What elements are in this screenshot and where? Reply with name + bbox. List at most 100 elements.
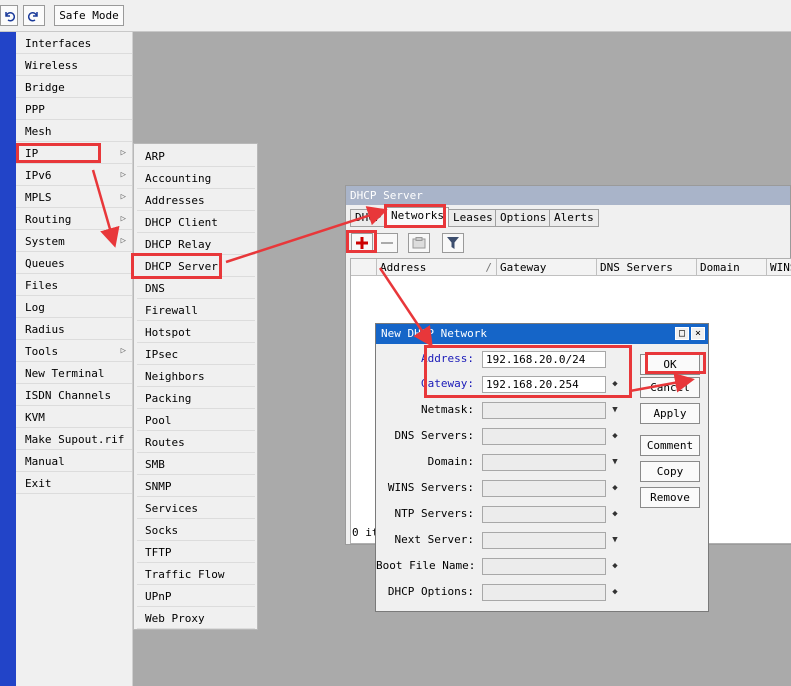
menu-item-tools[interactable]: Tools ▷ — [16, 341, 132, 362]
submenu-item-packing[interactable]: Packing — [137, 388, 255, 409]
menu-item-label: Queues — [25, 257, 65, 270]
ok-button[interactable]: OK — [640, 354, 700, 375]
remove-button[interactable]: Remove — [640, 487, 700, 508]
menu-item-exit[interactable]: Exit — [16, 473, 132, 494]
spinner-icon[interactable]: ◆ — [609, 506, 621, 523]
submenu-arrow-icon: ▷ — [120, 148, 126, 158]
close-icon[interactable]: × — [691, 327, 705, 340]
submenu-item-dhcp-relay[interactable]: DHCP Relay — [137, 234, 255, 255]
dropdown-arrow-icon[interactable]: ▼ — [609, 454, 621, 471]
menu-item-new-terminal[interactable]: New Terminal — [16, 363, 132, 384]
submenu-item-routes[interactable]: Routes — [137, 432, 255, 453]
field-input-dhcp-options[interactable] — [482, 584, 606, 601]
tab-leases[interactable]: Leases — [448, 209, 498, 227]
submenu-item-pool[interactable]: Pool — [137, 410, 255, 431]
field-input-address[interactable]: 192.168.20.0/24 — [482, 351, 606, 368]
submenu-item-services[interactable]: Services — [137, 498, 255, 519]
submenu-item-socks[interactable]: Socks — [137, 520, 255, 541]
spinner-icon[interactable]: ◆ — [609, 376, 621, 393]
safe-mode-button[interactable]: Safe Mode — [54, 5, 124, 26]
menu-item-manual[interactable]: Manual — [16, 451, 132, 472]
menu-item-radius[interactable]: Radius — [16, 319, 132, 340]
field-input-ntp-servers[interactable] — [482, 506, 606, 523]
menu-item-system[interactable]: System ▷ — [16, 231, 132, 252]
submenu-item-arp[interactable]: ARP — [137, 146, 255, 167]
field-input-boot-file-name[interactable] — [482, 558, 606, 575]
field-input-gateway[interactable]: 192.168.20.254 — [482, 376, 606, 393]
dialog-title[interactable]: New DHCP Network □ × — [376, 324, 708, 344]
menu-item-label: IP — [25, 147, 39, 160]
menu-item-mpls[interactable]: MPLS ▷ — [16, 187, 132, 208]
menu-item-interfaces[interactable]: Interfaces — [16, 33, 132, 54]
submenu-item-neighbors[interactable]: Neighbors — [137, 366, 255, 387]
sidebar-brand-strip — [0, 32, 16, 686]
top-toolbar: Safe Mode — [0, 0, 791, 32]
menu-item-mesh[interactable]: Mesh — [16, 121, 132, 142]
submenu-item-upnp[interactable]: UPnP — [137, 586, 255, 607]
submenu-item-traffic-flow[interactable]: Traffic Flow — [137, 564, 255, 585]
menu-item-files[interactable]: Files — [16, 275, 132, 296]
menu-item-kvm[interactable]: KVM — [16, 407, 132, 428]
field-input-dns-servers[interactable] — [482, 428, 606, 445]
menu-item-make-supout-rif[interactable]: Make Supout.rif — [16, 429, 132, 450]
field-input-netmask[interactable] — [482, 402, 606, 419]
col-address[interactable]: Address / — [377, 259, 497, 276]
filter-button[interactable] — [442, 233, 464, 253]
menu-item-label: Exit — [25, 477, 52, 490]
submenu-item-firewall[interactable]: Firewall — [137, 300, 255, 321]
window-title[interactable]: DHCP Server — [346, 186, 790, 205]
remove-button[interactable] — [376, 233, 398, 253]
spinner-icon[interactable]: ◆ — [609, 558, 621, 575]
col-wins[interactable]: WINS — [767, 259, 791, 276]
tab-alerts[interactable]: Alerts — [549, 209, 599, 227]
col-domain[interactable]: Domain — [697, 259, 767, 276]
menu-item-label: KVM — [25, 411, 45, 424]
submenu-item-dhcp-client[interactable]: DHCP Client — [137, 212, 255, 233]
menu-item-isdn-channels[interactable]: ISDN Channels — [16, 385, 132, 406]
spinner-icon[interactable]: ◆ — [609, 480, 621, 497]
field-input-domain[interactable] — [482, 454, 606, 471]
menu-item-ipv6[interactable]: IPv6 ▷ — [16, 165, 132, 186]
add-button[interactable] — [351, 233, 373, 253]
spinner-icon[interactable]: ◆ — [609, 428, 621, 445]
submenu-item-web-proxy[interactable]: Web Proxy — [137, 608, 255, 629]
spinner-icon[interactable]: ◆ — [609, 584, 621, 601]
menu-item-wireless[interactable]: Wireless — [16, 55, 132, 76]
copy-button[interactable]: Copy — [640, 461, 700, 482]
menu-item-bridge[interactable]: Bridge — [16, 77, 132, 98]
minus-icon — [381, 242, 393, 244]
col-dns-servers[interactable]: DNS Servers — [597, 259, 697, 276]
menu-item-log[interactable]: Log — [16, 297, 132, 318]
tab-networks[interactable]: Networks — [386, 207, 449, 227]
menu-item-ppp[interactable]: PPP — [16, 99, 132, 120]
dropdown-arrow-icon[interactable]: ▼ — [609, 532, 621, 549]
comment-button[interactable]: Comment — [640, 435, 700, 456]
submenu-item-accounting[interactable]: Accounting — [137, 168, 255, 189]
menu-item-routing[interactable]: Routing ▷ — [16, 209, 132, 230]
submenu-item-snmp[interactable]: SNMP — [137, 476, 255, 497]
submenu-item-dns[interactable]: DNS — [137, 278, 255, 299]
menu-item-label: Bridge — [25, 81, 65, 94]
tab-dhcp[interactable]: DHCP — [350, 209, 387, 227]
dropdown-arrow-icon[interactable]: ▼ — [609, 402, 621, 419]
field-input-next-server[interactable] — [482, 532, 606, 549]
submenu-item-ipsec[interactable]: IPsec — [137, 344, 255, 365]
redo-icon[interactable] — [23, 5, 45, 26]
menu-item-queues[interactable]: Queues — [16, 253, 132, 274]
submenu-arrow-icon: ▷ — [120, 170, 126, 180]
submenu-item-tftp[interactable]: TFTP — [137, 542, 255, 563]
undo-icon[interactable] — [0, 5, 18, 26]
field-input-wins-servers[interactable] — [482, 480, 606, 497]
tab-options[interactable]: Options — [495, 209, 552, 227]
submenu-item-dhcp-server[interactable]: DHCP Server — [137, 256, 255, 277]
submenu-item-addresses[interactable]: Addresses — [137, 190, 255, 211]
comment-button[interactable] — [408, 233, 430, 253]
cancel-button[interactable]: Cancel — [640, 377, 700, 398]
submenu-item-hotspot[interactable]: Hotspot — [137, 322, 255, 343]
field-label-address: Address: — [421, 352, 474, 365]
submenu-item-smb[interactable]: SMB — [137, 454, 255, 475]
maximize-icon[interactable]: □ — [675, 327, 689, 340]
col-gateway[interactable]: Gateway — [497, 259, 597, 276]
menu-item-ip[interactable]: IP ▷ — [16, 143, 132, 164]
apply-button[interactable]: Apply — [640, 403, 700, 424]
